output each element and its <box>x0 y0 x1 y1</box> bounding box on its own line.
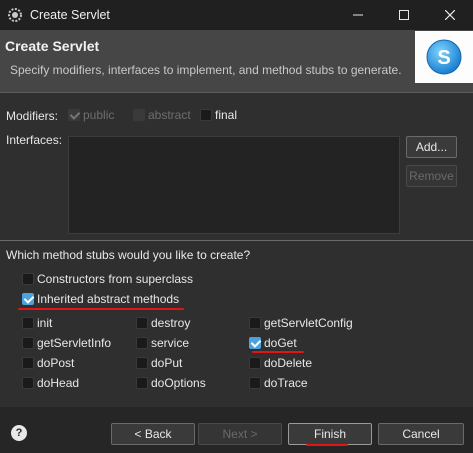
maximize-icon <box>399 10 409 20</box>
remove-interface-button[interactable]: Remove <box>406 165 457 187</box>
header-divider <box>0 92 473 93</box>
inherited-highlight-line <box>18 308 184 310</box>
finish-highlight-line <box>306 444 348 446</box>
method-dodelete-checkbox[interactable]: doDelete <box>249 356 312 370</box>
add-interface-button[interactable]: Add... <box>406 136 457 158</box>
doget-highlight-line <box>252 351 304 353</box>
page-title: Create Servlet <box>5 38 100 54</box>
method-doput-checkbox[interactable]: doPut <box>136 356 182 370</box>
modifier-abstract-checkbox[interactable]: abstract <box>133 108 191 122</box>
page-description: Specify modifiers, interfaces to impleme… <box>10 63 402 77</box>
servlet-logo: S <box>415 31 473 83</box>
method-service-checkbox[interactable]: service <box>136 336 189 350</box>
finish-button[interactable]: Finish <box>288 423 372 445</box>
wizard-header: Create Servlet Specify modifiers, interf… <box>0 30 473 92</box>
method-destroy-checkbox[interactable]: destroy <box>136 316 190 330</box>
interfaces-list[interactable] <box>68 136 400 234</box>
method-dohead-checkbox[interactable]: doHead <box>22 376 79 390</box>
modifier-final-checkbox[interactable]: final <box>200 108 237 122</box>
modifier-public-checkbox[interactable]: public <box>68 108 114 122</box>
title-bar: Create Servlet <box>0 0 473 30</box>
maximize-button[interactable] <box>381 0 427 30</box>
minimize-icon <box>353 14 363 16</box>
method-getservletinfo-checkbox[interactable]: getServletInfo <box>22 336 111 350</box>
method-dooptions-checkbox[interactable]: doOptions <box>136 376 206 390</box>
method-init-checkbox[interactable]: init <box>22 316 52 330</box>
cancel-button[interactable]: Cancel <box>378 423 464 445</box>
method-doget-checkbox[interactable]: doGet <box>249 336 297 350</box>
constructors-checkbox[interactable]: Constructors from superclass <box>22 272 193 286</box>
help-icon[interactable]: ? <box>11 425 27 441</box>
method-getservletconfig-checkbox[interactable]: getServletConfig <box>249 316 353 330</box>
method-dopost-checkbox[interactable]: doPost <box>22 356 74 370</box>
back-button[interactable]: < Back <box>111 423 195 445</box>
inherited-methods-checkbox[interactable]: Inherited abstract methods <box>22 292 179 306</box>
minimize-button[interactable] <box>335 0 381 30</box>
next-button[interactable]: Next > <box>198 423 282 445</box>
eclipse-icon <box>7 7 23 23</box>
close-icon <box>445 10 455 20</box>
logo-letter: S <box>437 47 450 69</box>
button-bar: ? < Back Next > Finish Cancel <box>0 407 473 453</box>
method-stubs-question: Which method stubs would you like to cre… <box>6 248 251 262</box>
window-title: Create Servlet <box>30 8 110 22</box>
close-button[interactable] <box>427 0 473 30</box>
method-dotrace-checkbox[interactable]: doTrace <box>249 376 308 390</box>
interfaces-label: Interfaces: <box>6 133 63 147</box>
modifiers-label: Modifiers: <box>6 109 59 123</box>
section-divider <box>0 240 473 241</box>
